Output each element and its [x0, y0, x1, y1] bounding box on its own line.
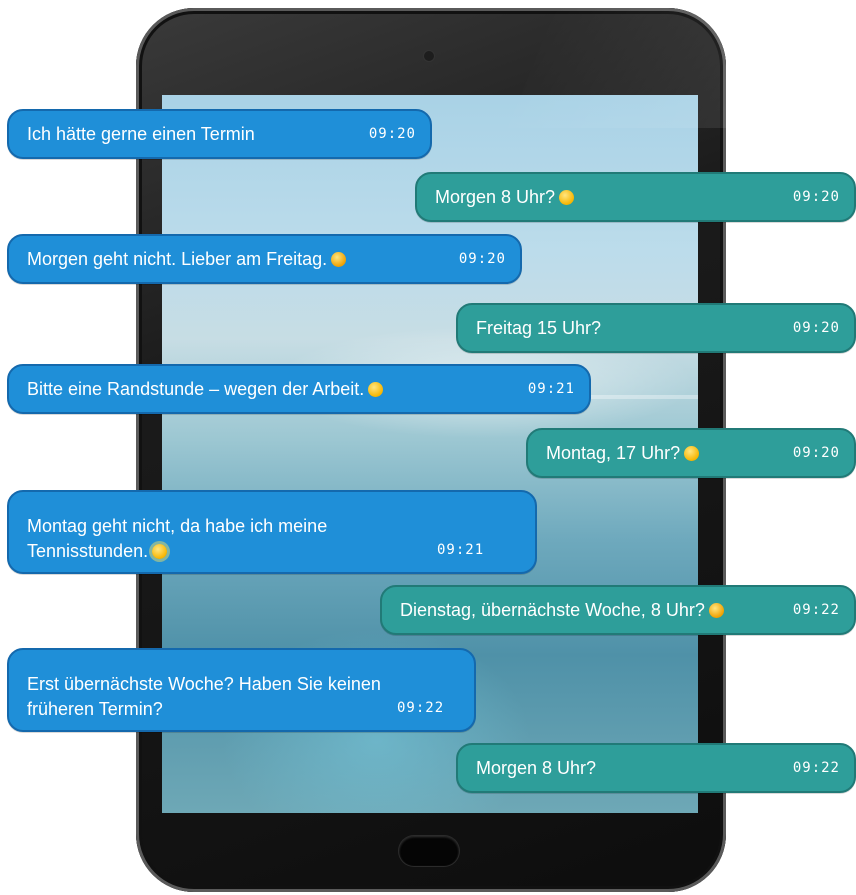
chat-message-outgoing[interactable]: Freitag 15 Uhr? 09:20 — [456, 303, 856, 353]
message-time: 09:22 — [792, 602, 840, 618]
surprised-face-icon — [368, 382, 384, 397]
smiling-face-icon — [684, 446, 700, 461]
grinning-face-icon — [559, 190, 575, 205]
chat-message-outgoing[interactable]: Dienstag, übernächste Woche, 8 Uhr? 09:2… — [380, 585, 856, 635]
chat-message-outgoing[interactable]: Morgen 8 Uhr? 09:22 — [456, 743, 856, 793]
message-text: Morgen 8 Uhr? — [476, 758, 597, 778]
chat-message-incoming[interactable]: Morgen geht nicht. Lieber am Freitag. 09… — [7, 234, 522, 284]
chat-message-outgoing[interactable]: Morgen 8 Uhr? 09:20 — [415, 172, 856, 222]
chat-message-incoming[interactable]: Erst übernächste Woche? Haben Sie keinen… — [7, 648, 476, 732]
message-time: 09:20 — [792, 320, 840, 336]
message-time: 09:20 — [792, 445, 840, 461]
chat-message-incoming[interactable]: Ich hätte gerne einen Termin 09:20 — [7, 109, 432, 159]
message-time: 09:22 — [792, 760, 840, 776]
message-text-wrap: Dienstag, übernächste Woche, 8 Uhr? — [400, 597, 789, 623]
message-text-wrap: Morgen geht nicht. Lieber am Freitag. — [27, 246, 449, 272]
message-text: Freitag 15 Uhr? — [476, 318, 602, 338]
message-text: Montag, 17 Uhr? — [546, 443, 681, 463]
home-button[interactable] — [399, 836, 459, 866]
message-time: 09:21 — [437, 542, 485, 558]
camera-icon — [424, 51, 434, 61]
message-text: Morgen 8 Uhr? — [435, 187, 556, 207]
message-text: Dienstag, übernächste Woche, 8 Uhr? — [400, 600, 705, 620]
sun-face-icon — [152, 544, 168, 559]
message-text: Morgen geht nicht. Lieber am Freitag. — [27, 249, 328, 269]
message-text-wrap: Montag geht nicht, da habe ich meine Ten… — [27, 514, 427, 564]
message-text-wrap: Bitte eine Randstunde – wegen der Arbeit… — [27, 376, 518, 402]
message-time: 09:20 — [368, 126, 416, 142]
message-text: Bitte eine Randstunde – wegen der Arbeit… — [27, 379, 365, 399]
chat-message-incoming[interactable]: Bitte eine Randstunde – wegen der Arbeit… — [7, 364, 591, 414]
message-text: Erst übernächste Woche? Haben Sie keinen… — [27, 674, 381, 719]
message-text-wrap: Montag, 17 Uhr? — [546, 440, 783, 466]
message-time: 09:22 — [397, 700, 445, 716]
chat-message-outgoing[interactable]: Montag, 17 Uhr? 09:20 — [526, 428, 856, 478]
message-text-wrap: Morgen 8 Uhr? — [435, 184, 783, 210]
message-time: 09:20 — [792, 189, 840, 205]
message-text: Montag geht nicht, da habe ich meine Ten… — [27, 516, 328, 561]
pouting-face-icon — [331, 252, 347, 267]
frowning-face-icon — [708, 603, 724, 618]
message-time: 09:21 — [527, 381, 575, 397]
message-text: Ich hätte gerne einen Termin — [27, 124, 255, 144]
chat-message-incoming[interactable]: Montag geht nicht, da habe ich meine Ten… — [7, 490, 537, 574]
message-time: 09:20 — [458, 251, 506, 267]
